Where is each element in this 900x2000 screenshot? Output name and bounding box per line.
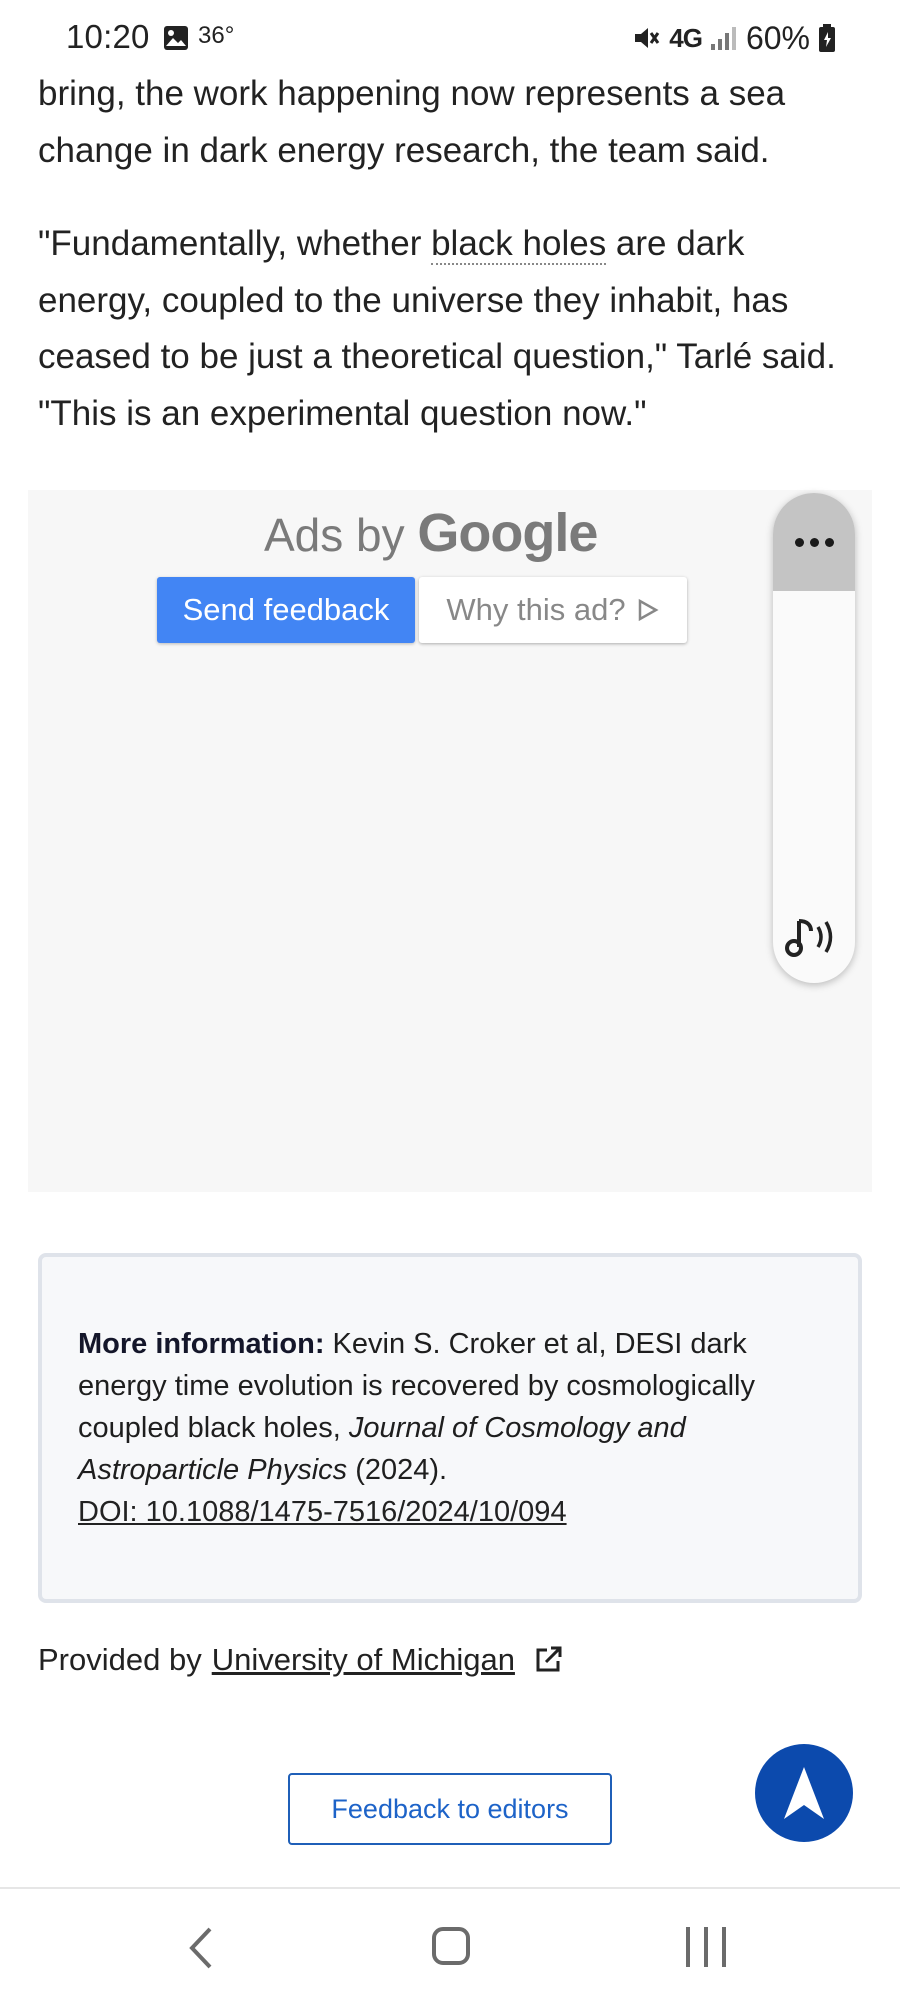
network-indicator: 4G [669,22,703,53]
status-time: 10:20 [66,18,150,55]
black-holes-link[interactable]: black holes [431,224,607,265]
battery-percent: 60% [745,19,810,56]
more-options-button[interactable] [773,493,855,591]
provided-by: Provided by University of Michigan [38,1642,563,1678]
quote-text: "Fundamentally, whether [38,224,432,263]
feedback-to-editors-button[interactable]: Feedback to editors [288,1773,612,1845]
article-paragraph: bring, the work happening now represents… [38,74,786,170]
external-link-icon[interactable] [533,1645,563,1675]
status-temperature: 36° [198,22,235,49]
home-icon[interactable] [432,1927,470,1965]
navigation-arrow-icon [784,1767,824,1819]
more-information-box: More information: Kevin S. Croker et al,… [38,1253,862,1603]
why-this-ad-label: Why this ad? [446,592,626,627]
gallery-icon [164,26,188,50]
doi-link[interactable]: DOI: 10.1088/1475-7516/2024/10/094 [78,1496,567,1528]
why-this-ad-button[interactable]: Why this ad? [419,577,687,643]
send-feedback-button[interactable]: Send feedback [157,577,415,643]
signal-icon [710,27,736,50]
source-link[interactable]: University of Michigan [212,1642,515,1678]
citation-year: (2024). [347,1454,448,1486]
floating-audio-widget[interactable] [773,493,855,983]
google-logo: Google [417,503,598,563]
system-nav-bar [0,1889,900,2000]
ads-by-text: Ads by [264,509,405,561]
back-icon[interactable] [184,1925,218,1971]
mute-icon [635,28,660,48]
listen-audio-icon[interactable] [785,913,843,961]
recents-icon[interactable] [686,1927,726,1967]
ad-container: Ads by Google Send feedback Why this ad? [28,490,872,1192]
play-outline-icon [638,598,659,622]
more-icon [794,537,834,547]
more-information-label: More information: [78,1328,325,1360]
article-paragraph-quote: "Fundamentally, whether black holes are … [38,216,868,442]
ads-by-google-label: Ads by Google [264,502,598,564]
more-information-text: More information: Kevin S. Croker et al,… [78,1323,838,1533]
scroll-to-top-button[interactable] [755,1744,853,1842]
provided-by-label: Provided by [38,1642,202,1677]
battery-icon [819,24,835,52]
